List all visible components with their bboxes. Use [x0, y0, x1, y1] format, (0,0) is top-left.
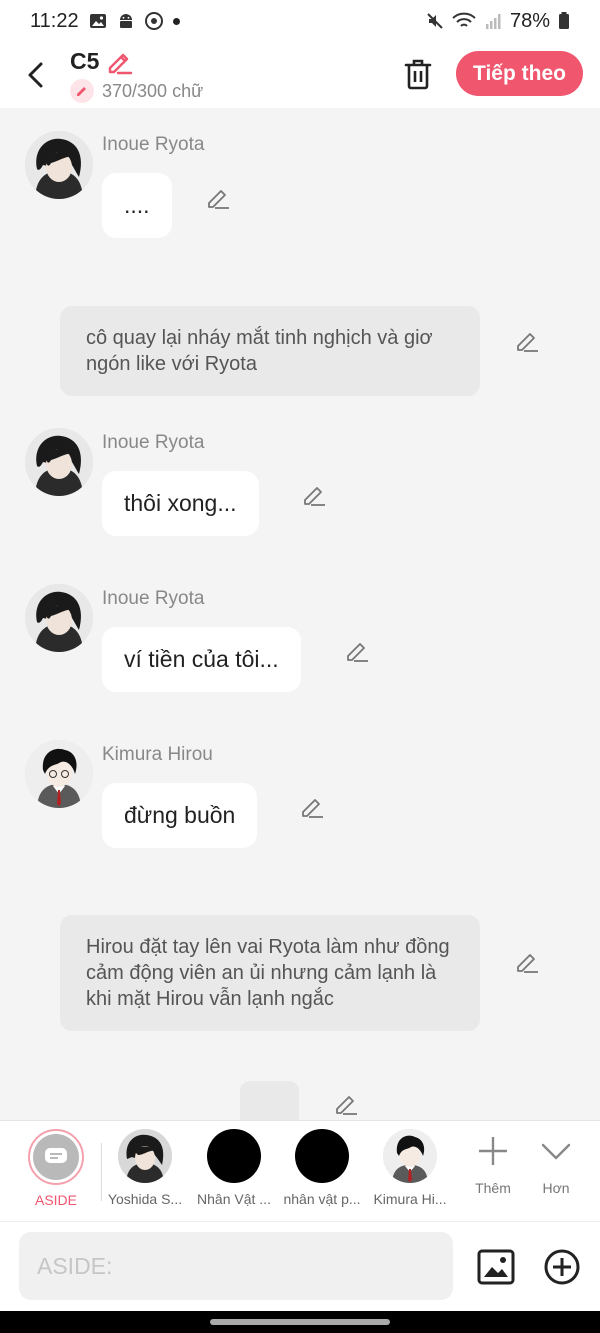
back-button[interactable]	[6, 45, 66, 105]
chrome-notification-icon	[144, 12, 163, 30]
insert-image-icon[interactable]	[476, 1247, 516, 1287]
chat-bubble-icon	[45, 1148, 67, 1163]
edit-message-pencil-icon[interactable]	[333, 1091, 359, 1117]
speaker-name: Inoue Ryota	[102, 432, 205, 453]
signal-icon	[485, 14, 501, 29]
more-label: Hơn	[542, 1180, 570, 1196]
character-avatar	[118, 1129, 172, 1183]
character-avatar	[383, 1129, 437, 1183]
editor-header: C5 370/300 chữ Tiếp theo	[0, 42, 600, 108]
delete-button[interactable]	[398, 54, 438, 94]
char-count: 370/300 chữ	[102, 80, 204, 101]
avatar[interactable]	[25, 740, 93, 808]
character-avatar	[207, 1129, 261, 1183]
message-bubble[interactable]: đừng buồn	[102, 783, 258, 848]
character-label: Nhân Vật ...	[197, 1191, 271, 1207]
partial-message-block[interactable]	[240, 1081, 299, 1120]
battery-percent: 78%	[509, 9, 550, 32]
character-avatar	[295, 1129, 349, 1183]
status-bar: 11:22 78%	[0, 0, 600, 42]
character-nhan-vat-2[interactable]: nhân vật p...	[281, 1129, 363, 1207]
char-count-pencil-icon	[70, 79, 94, 103]
more-characters-button[interactable]: Hơn	[526, 1135, 586, 1196]
wifi-icon	[452, 12, 476, 27]
narration-block[interactable]: Hirou đặt tay lên vai Ryota làm như đồng…	[60, 915, 480, 1031]
message-input[interactable]	[19, 1232, 453, 1300]
next-button[interactable]: Tiếp theo	[456, 51, 583, 96]
edit-message-pencil-icon[interactable]	[205, 185, 231, 211]
edit-title-pencil-icon[interactable]	[105, 47, 133, 75]
character-yoshida[interactable]: Yoshida S...	[104, 1129, 186, 1207]
character-nhan-vat-1[interactable]: Nhân Vật ...	[193, 1129, 275, 1207]
speaker-name: Kimura Hirou	[102, 744, 213, 765]
narration-block[interactable]: cô quay lại nháy mắt tinh nghịch và giơ …	[60, 306, 480, 396]
character-selector: ASIDE Yoshida S... Nhân Vật ... nhân vật…	[0, 1120, 600, 1221]
android-notification-icon	[119, 14, 132, 28]
speaker-name: Inoue Ryota	[102, 588, 205, 609]
message-bubble[interactable]: ....	[102, 173, 172, 238]
status-time: 11:22	[30, 9, 79, 32]
avatar[interactable]	[25, 584, 93, 652]
battery-icon	[559, 12, 569, 29]
composer-bar	[0, 1221, 600, 1311]
character-label: ASIDE	[34, 1192, 77, 1208]
trash-icon	[404, 59, 432, 90]
chapter-title: C5	[70, 47, 100, 74]
plus-icon	[479, 1137, 507, 1165]
divider	[101, 1143, 102, 1201]
message-bubble[interactable]: ví tiền của tôi...	[102, 627, 301, 692]
character-aside[interactable]: ASIDE	[15, 1129, 97, 1208]
edit-message-pencil-icon[interactable]	[299, 794, 325, 820]
character-label: nhân vật p...	[283, 1191, 361, 1207]
edit-narration-pencil-icon[interactable]	[514, 949, 540, 975]
edit-message-pencil-icon[interactable]	[301, 482, 327, 508]
add-circle-icon[interactable]	[542, 1247, 582, 1287]
chevron-down-icon	[541, 1143, 571, 1160]
gallery-notification-icon	[89, 14, 106, 28]
aside-avatar	[28, 1129, 84, 1185]
mute-icon	[427, 13, 443, 29]
character-kimura[interactable]: Kimura Hi...	[369, 1129, 451, 1207]
add-label: Thêm	[475, 1180, 511, 1196]
message-bubble[interactable]: thôi xong...	[102, 471, 259, 536]
edit-message-pencil-icon[interactable]	[344, 638, 370, 664]
add-character-button[interactable]: Thêm	[463, 1135, 523, 1196]
avatar[interactable]	[25, 428, 93, 496]
speaker-name: Inoue Ryota	[102, 134, 205, 155]
character-label: Kimura Hi...	[373, 1191, 447, 1207]
chevron-left-icon	[28, 62, 43, 88]
avatar[interactable]	[25, 131, 93, 199]
more-notifications-dot	[172, 17, 180, 25]
home-gesture-handle[interactable]	[210, 1319, 390, 1325]
character-label: Yoshida S...	[107, 1191, 183, 1207]
edit-narration-pencil-icon[interactable]	[514, 328, 540, 354]
chat-area[interactable]: Inoue Ryota .... cô quay lại nháy mắt ti…	[0, 108, 600, 1120]
system-nav-bar	[0, 1311, 600, 1333]
